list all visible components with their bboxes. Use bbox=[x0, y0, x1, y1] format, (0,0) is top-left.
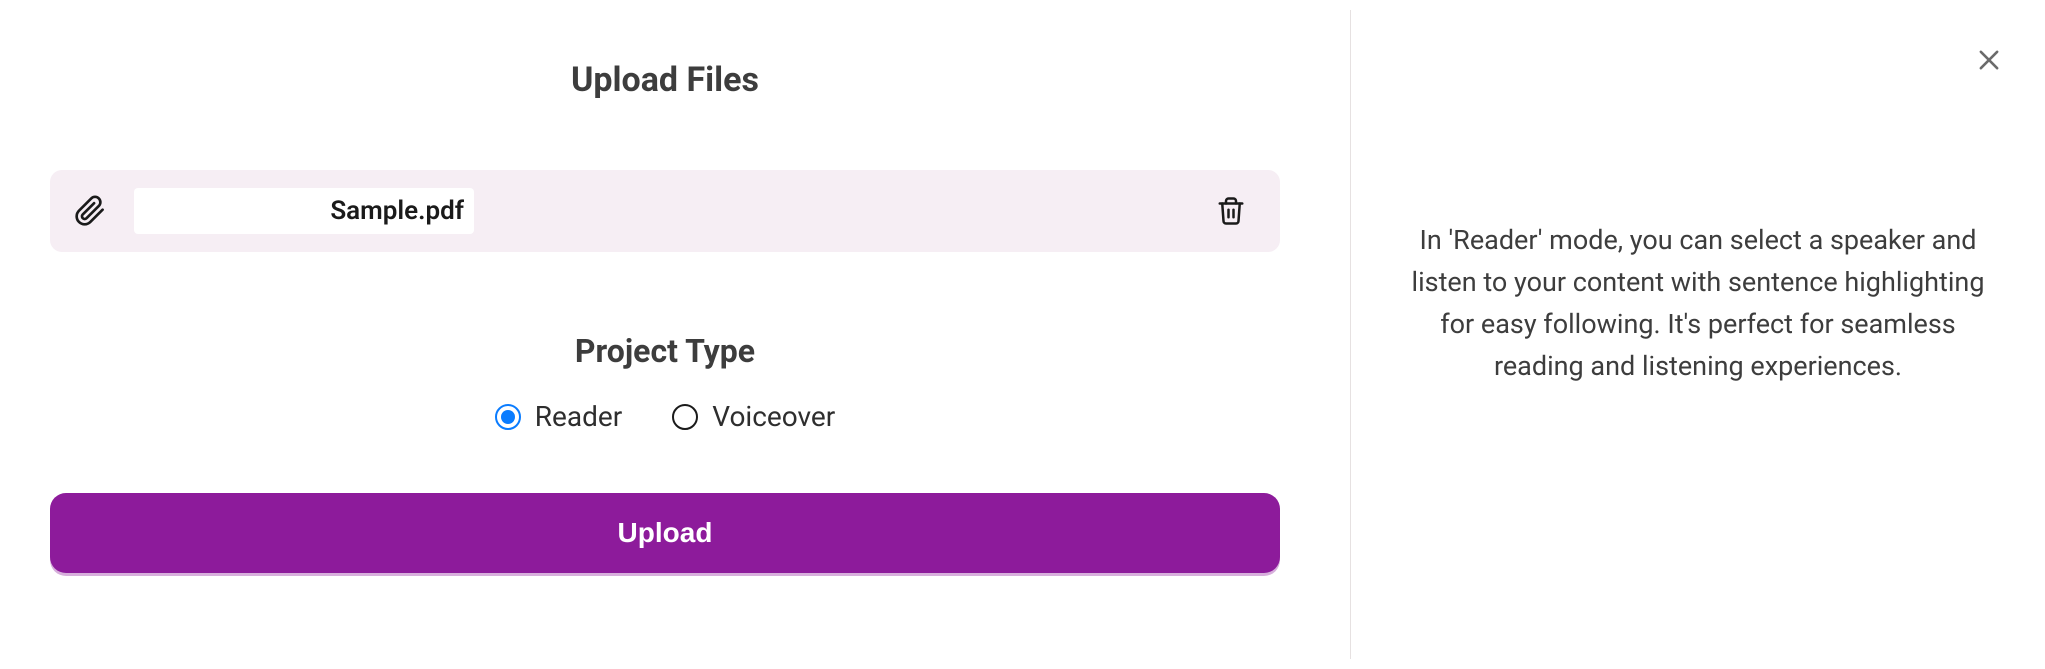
info-panel: In 'Reader' mode, you can select a speak… bbox=[1351, 0, 2045, 669]
close-button[interactable] bbox=[1971, 42, 2007, 78]
attachment-icon bbox=[74, 195, 106, 227]
upload-panel: Upload Files Sample.pdf P bbox=[0, 0, 1350, 669]
info-text: In 'Reader' mode, you can select a speak… bbox=[1409, 220, 1987, 387]
radio-voiceover[interactable]: Voiceover bbox=[672, 400, 835, 433]
project-type-title: Project Type bbox=[50, 332, 1280, 370]
upload-button[interactable]: Upload bbox=[50, 493, 1280, 573]
file-name: Sample.pdf bbox=[144, 196, 464, 226]
radio-reader[interactable]: Reader bbox=[495, 400, 622, 433]
trash-icon bbox=[1216, 196, 1246, 226]
close-icon bbox=[1975, 46, 2003, 74]
radio-label-voiceover: Voiceover bbox=[712, 400, 835, 433]
radio-indicator-selected bbox=[495, 404, 521, 430]
delete-file-button[interactable] bbox=[1212, 192, 1250, 230]
radio-label-reader: Reader bbox=[535, 400, 622, 433]
project-type-radio-group: Reader Voiceover bbox=[50, 400, 1280, 433]
radio-indicator bbox=[672, 404, 698, 430]
file-name-container: Sample.pdf bbox=[134, 188, 474, 234]
upload-content: Upload Files Sample.pdf P bbox=[50, 60, 1280, 573]
file-row: Sample.pdf bbox=[50, 170, 1280, 252]
upload-title: Upload Files bbox=[50, 60, 1280, 100]
